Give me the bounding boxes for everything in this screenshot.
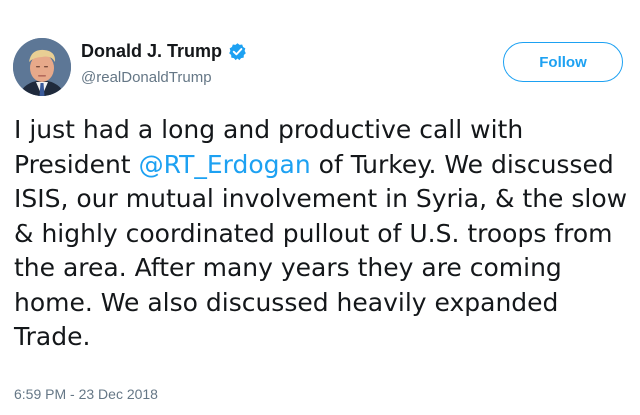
avatar[interactable]: [13, 38, 71, 96]
user-name-row: Donald J. Trump: [81, 41, 247, 62]
tweet-card: Donald J. Trump @realDonaldTrump Follow …: [0, 0, 640, 415]
user-handle[interactable]: @realDonaldTrump: [81, 69, 212, 86]
tweet-timestamp[interactable]: 6:59 PM - 23 Dec 2018: [14, 386, 158, 402]
tweet-text-segment: of Turkey. We discussed ISIS, our mutual…: [14, 149, 628, 352]
verified-badge-icon: [228, 42, 247, 61]
follow-button[interactable]: Follow: [503, 42, 623, 82]
display-name[interactable]: Donald J. Trump: [81, 41, 222, 62]
mention-link[interactable]: @RT_Erdogan: [139, 150, 311, 179]
avatar-image: [13, 38, 71, 96]
tweet-text: I just had a long and productive call wi…: [14, 113, 634, 355]
